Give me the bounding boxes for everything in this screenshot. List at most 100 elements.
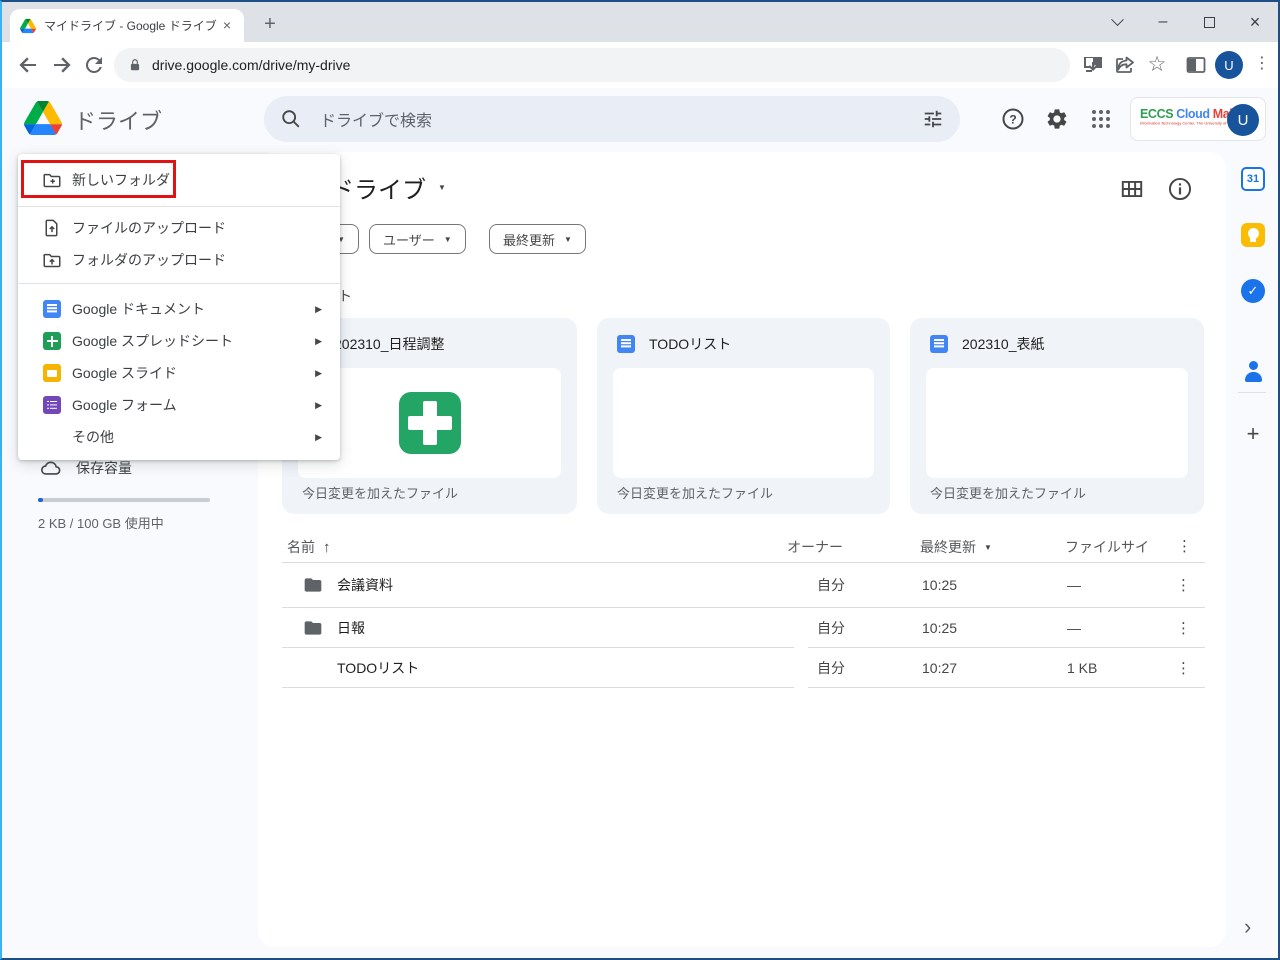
install-app-icon[interactable] — [1081, 53, 1105, 77]
search-bar[interactable]: ドライブで検索 — [264, 96, 960, 142]
window-controls: – × — [1094, 2, 1278, 42]
storage-usage-text: 2 KB / 100 GB 使用中 — [38, 513, 164, 532]
badge-tagline: Information Technology Center, The Unive… — [1140, 121, 1230, 126]
lock-icon — [128, 57, 142, 73]
forward-icon[interactable] — [50, 53, 74, 77]
column-options-icon[interactable]: ⋮ — [1177, 537, 1192, 555]
folder-upload-icon — [42, 250, 62, 270]
bookmark-star-icon[interactable]: ☆ — [1145, 53, 1169, 77]
filter-chip-user[interactable]: ユーザー ▼ — [369, 224, 466, 254]
eccs-cloud-mail-logo: ECCS Cloud Mail Information Technology C… — [1140, 107, 1230, 130]
drive-logo-icon — [24, 101, 62, 135]
window-minimize-button[interactable]: – — [1140, 2, 1186, 42]
storage-progress-fill — [38, 498, 43, 502]
share-icon[interactable] — [1113, 53, 1137, 77]
menu-item-folder-upload[interactable]: フォルダのアップロード — [18, 244, 340, 276]
file-upload-icon — [42, 218, 62, 238]
menu-item-google-slides[interactable]: Google スライド ▶ — [18, 357, 340, 389]
keep-icon[interactable] — [1241, 223, 1265, 247]
sort-ascending-icon: ↑ — [323, 539, 331, 556]
tab-search-icon[interactable] — [1094, 2, 1140, 42]
search-placeholder: ドライブで検索 — [320, 107, 922, 131]
modified-caret-icon: ▼ — [984, 543, 992, 552]
side-panel-icon[interactable] — [1184, 53, 1208, 77]
column-header-size[interactable]: ファイルサイ — [1065, 537, 1149, 557]
title-caret-icon: ▼ — [438, 183, 446, 192]
window-maximize-button[interactable] — [1186, 2, 1232, 42]
submenu-arrow-icon: ▶ — [315, 336, 322, 347]
file-preview — [613, 368, 874, 478]
table-row[interactable]: TODOリスト 自分 10:27 1 KB ⋮ — [282, 648, 1205, 688]
sheets-icon — [43, 332, 61, 350]
account-badge[interactable]: ECCS Cloud Mail Information Technology C… — [1130, 97, 1266, 141]
drive-app-name: ドライブ — [74, 104, 162, 136]
forms-icon — [43, 396, 61, 414]
new-menu: 新しいフォルダ ファイルのアップロード フォルダのアップロード Google ド… — [18, 154, 340, 460]
browser-profile-avatar[interactable]: U — [1215, 51, 1243, 79]
browser-window: マイドライブ - Google ドライブ × + – × drive.googl… — [0, 0, 1280, 960]
reload-icon[interactable] — [82, 53, 106, 77]
cloud-icon — [40, 457, 62, 479]
address-bar[interactable]: drive.google.com/drive/my-drive — [114, 48, 1070, 82]
menu-item-new-folder[interactable]: 新しいフォルダ — [18, 160, 340, 200]
row-options-icon[interactable]: ⋮ — [1176, 659, 1191, 677]
divider — [1238, 392, 1266, 393]
apps-grid-icon[interactable] — [1089, 107, 1113, 131]
menu-item-google-forms[interactable]: Google フォーム ▶ — [18, 389, 340, 421]
suggestion-card[interactable]: 202310_表紙 今日変更を加えたファイル — [910, 318, 1204, 514]
account-avatar[interactable]: U — [1227, 104, 1259, 136]
browser-menu-icon[interactable]: ⋮ — [1254, 53, 1266, 73]
contacts-icon[interactable] — [1241, 359, 1265, 383]
settings-gear-icon[interactable] — [1045, 107, 1069, 131]
workspace-side-panel: 31 ✓ + › — [1226, 150, 1280, 960]
storage-progress-bar — [38, 498, 210, 502]
column-header-modified[interactable]: 最終更新 ▼ — [920, 537, 992, 557]
drive-favicon-icon — [20, 18, 36, 34]
menu-item-more[interactable]: その他 ▶ — [18, 421, 340, 453]
filter-chip-modified[interactable]: 最終更新 ▼ — [489, 224, 586, 254]
info-icon[interactable] — [1167, 176, 1193, 202]
menu-item-google-docs[interactable]: Google ドキュメント ▶ — [18, 293, 340, 325]
browser-tab[interactable]: マイドライブ - Google ドライブ × — [10, 9, 244, 42]
menu-item-file-upload[interactable]: ファイルのアップロード — [18, 212, 340, 244]
search-options-icon[interactable] — [922, 108, 944, 130]
row-options-icon[interactable]: ⋮ — [1176, 576, 1191, 594]
search-icon — [280, 108, 302, 130]
submenu-arrow-icon: ▶ — [315, 368, 322, 379]
folder-icon — [303, 575, 323, 595]
url-text: drive.google.com/drive/my-drive — [152, 57, 350, 73]
submenu-arrow-icon: ▶ — [315, 432, 322, 443]
file-preview — [926, 368, 1188, 478]
row-options-icon[interactable]: ⋮ — [1176, 619, 1191, 637]
tasks-icon[interactable]: ✓ — [1241, 279, 1265, 303]
sheets-logo-large-icon — [399, 392, 461, 454]
drive-header: ドライブ ドライブで検索 ? — [2, 88, 1278, 150]
calendar-icon[interactable]: 31 — [1241, 167, 1265, 191]
docs-file-icon — [930, 335, 948, 353]
tab-title: マイドライブ - Google ドライブ — [44, 17, 218, 34]
tab-close-icon[interactable]: × — [218, 17, 236, 35]
back-icon[interactable] — [16, 53, 40, 77]
menu-item-google-sheets[interactable]: Google スプレッドシート ▶ — [18, 325, 340, 357]
collapse-panel-icon[interactable]: › — [1244, 914, 1251, 940]
submenu-arrow-icon: ▶ — [315, 400, 322, 411]
storage-section[interactable]: 保存容量 — [40, 457, 132, 479]
svg-text:?: ? — [1009, 113, 1016, 127]
get-addons-icon[interactable]: + — [1241, 422, 1265, 446]
column-header-name[interactable]: 名前 ↑ — [287, 537, 331, 557]
new-tab-button[interactable]: + — [256, 11, 284, 39]
grid-view-icon[interactable] — [1119, 176, 1145, 202]
table-row[interactable]: 日報 自分 10:25 — ⋮ — [282, 608, 1205, 648]
chip-caret-icon: ▼ — [444, 235, 452, 244]
new-folder-icon — [42, 170, 62, 190]
storage-label: 保存容量 — [76, 458, 132, 478]
window-close-button[interactable]: × — [1232, 2, 1278, 42]
table-row[interactable]: 会議資料 自分 10:25 — ⋮ — [282, 563, 1205, 608]
column-header-owner[interactable]: オーナー — [787, 537, 843, 557]
help-icon[interactable]: ? — [1001, 107, 1025, 131]
spacer — [43, 428, 61, 446]
suggestion-card[interactable]: TODOリスト 今日変更を加えたファイル — [597, 318, 890, 514]
docs-file-icon — [617, 335, 635, 353]
submenu-arrow-icon: ▶ — [315, 304, 322, 315]
slides-icon — [43, 364, 61, 382]
